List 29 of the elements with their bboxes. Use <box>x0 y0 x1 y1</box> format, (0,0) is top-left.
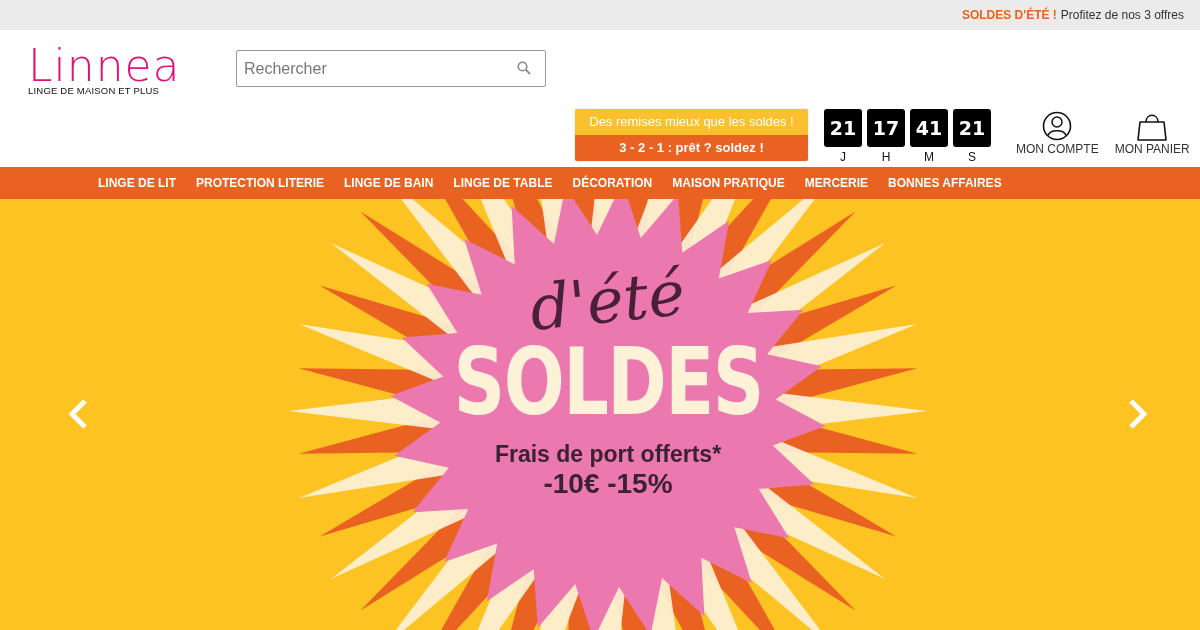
hero-banner[interactable]: d'été SOLDES Frais de port offerts* -10€ -15% <box>0 199 1200 630</box>
chevron-left-icon[interactable] <box>66 397 90 431</box>
nav-link[interactable]: MAISON PRATIQUE <box>672 176 785 190</box>
nav-link[interactable]: PROTECTION LITERIE <box>196 176 324 190</box>
promo-message: Profitez de nos 3 offres <box>1060 8 1184 22</box>
nav-link[interactable]: BONNES AFFAIRES <box>888 176 1002 190</box>
nav-link[interactable]: DÉCORATION <box>572 176 653 190</box>
countdown-unit: H <box>881 150 891 164</box>
countdown-value: 21 <box>953 109 991 147</box>
search-field[interactable]: Rechercher <box>236 50 546 87</box>
chevron-right-icon[interactable] <box>1126 397 1150 431</box>
countdown-unit: S <box>968 150 976 164</box>
cart-link[interactable]: MON PANIER <box>1114 111 1190 156</box>
countdown-value: 21 <box>824 109 862 147</box>
promo-highlight: SOLDES D'ÉTÉ ! <box>961 8 1057 22</box>
countdown-unit: J <box>840 150 846 164</box>
countdown-value: 41 <box>910 109 948 147</box>
nav-link[interactable]: LINGE DE LIT <box>98 176 176 190</box>
nav-link[interactable]: LINGE DE BAIN <box>344 176 434 190</box>
user-icon <box>1042 111 1073 141</box>
nav-link[interactable]: LINGE DE TABLE <box>453 176 553 190</box>
account-link[interactable]: MON COMPTE <box>1016 111 1099 156</box>
countdown-value: 17 <box>867 109 905 147</box>
hero-subtitle: Frais de port offerts* <box>494 441 722 468</box>
search-icon[interactable] <box>517 61 531 75</box>
nav-link[interactable]: MERCERIE <box>804 176 869 190</box>
promo-banner-bottom[interactable]: 3 - 2 - 1 : prêt ? soldez ! <box>575 135 808 161</box>
hero-discounts: -10€ -15% <box>543 468 673 500</box>
countdown-unit: M <box>924 150 934 164</box>
